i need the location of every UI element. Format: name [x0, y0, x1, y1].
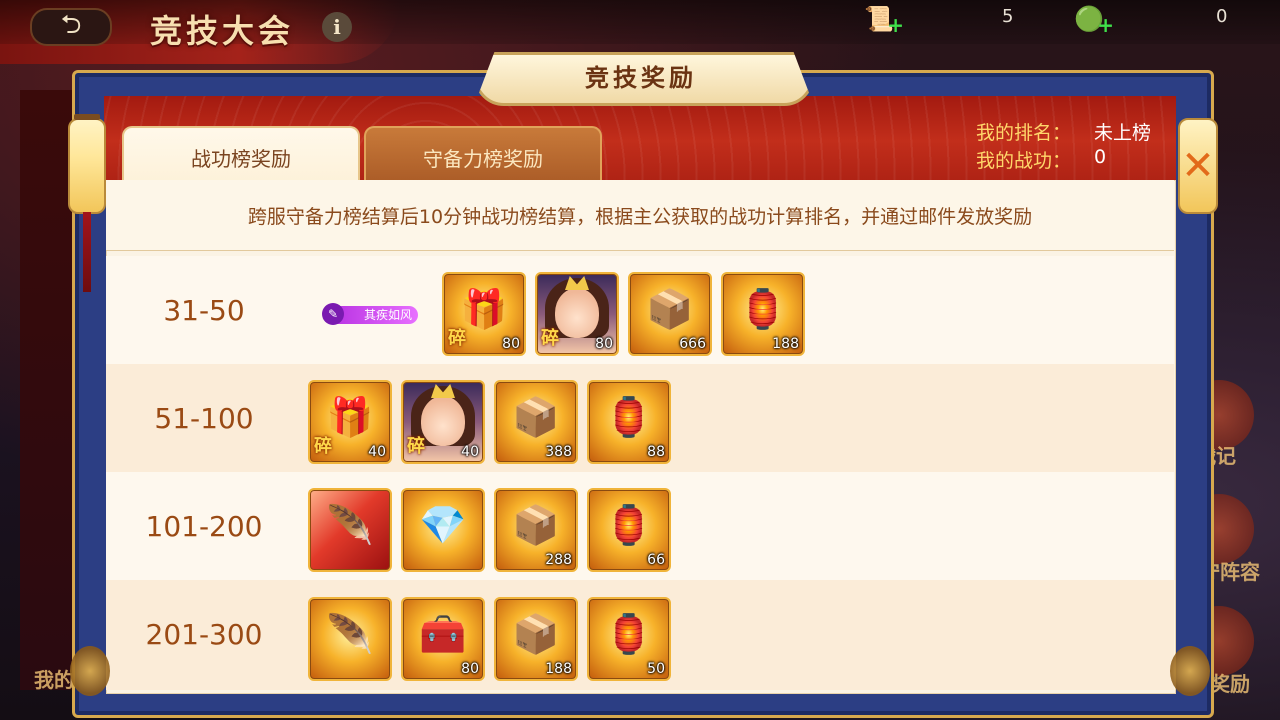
corner-ornament	[70, 646, 110, 696]
my-rank-label: 我的排名：	[976, 122, 1072, 144]
side-label: 奖励	[1210, 672, 1250, 696]
rank-range: 31-50	[163, 294, 245, 327]
reward-item-hero-shard[interactable]: 碎 40	[401, 380, 485, 464]
reward-item-hero-shard[interactable]: 碎 80	[535, 272, 619, 356]
reward-item-equipment-shard[interactable]: 🎁 碎 80	[442, 272, 526, 356]
reward-item-red-feather[interactable]: 🪶	[308, 597, 392, 681]
info-icon[interactable]: i	[322, 12, 352, 42]
reward-item-treasure-chest[interactable]: 📦 388	[494, 380, 578, 464]
reward-item-lucky-token[interactable]: 🏮 88	[587, 380, 671, 464]
reward-item-lucky-token[interactable]: 🏮 66	[587, 488, 671, 572]
title-badge[interactable]: ✎ 其疾如风	[322, 303, 418, 325]
my-merit-label: 我的战功：	[976, 150, 1072, 172]
reward-item-lucky-token[interactable]: 🏮 50	[587, 597, 671, 681]
reward-item-treasure-chest[interactable]: 📦 288	[494, 488, 578, 572]
add-icon: +	[887, 13, 904, 37]
reward-item-treasure-chest[interactable]: 📦 666	[628, 272, 712, 356]
my-merit-value: 0	[1094, 146, 1107, 168]
side-label: 我的	[34, 668, 74, 692]
tab-defense-rewards[interactable]: 守备力榜奖励	[364, 126, 602, 186]
my-rank-value: 未上榜	[1094, 122, 1152, 144]
resource-count: 0	[1216, 6, 1228, 27]
rank-range: 101-200	[145, 510, 263, 543]
notice-text: 跨服守备力榜结算后10分钟战功榜结算，根据主公获取的战功计算排名，并通过邮件发放…	[247, 206, 1033, 228]
corner-ornament	[1170, 646, 1210, 696]
back-arrow-icon: ⮌	[60, 10, 82, 40]
reward-item-golden-chest[interactable]: 💎	[401, 488, 485, 572]
reward-item-equipment-shard[interactable]: 🎁 碎 40	[308, 380, 392, 464]
lantern-decoration	[68, 114, 106, 292]
game-title: 竞技大会	[150, 12, 295, 50]
reward-item-flame-feather[interactable]: 🪶	[308, 488, 392, 572]
scroll-icon[interactable]: 📜 +	[862, 4, 904, 37]
reward-item-treasure-chest[interactable]: 📦 188	[494, 597, 578, 681]
jade-icon[interactable]: 🟢 +	[1072, 4, 1114, 37]
reward-item-lucky-token[interactable]: 🏮 188	[721, 272, 805, 356]
add-icon: +	[1097, 13, 1114, 37]
reward-item-golden-chest[interactable]: 🧰 80	[401, 597, 485, 681]
hero-portrait	[421, 396, 465, 446]
tab-merit-rewards[interactable]: 战功榜奖励	[122, 126, 360, 186]
hero-portrait	[555, 288, 599, 338]
rank-range: 201-300	[145, 618, 263, 651]
back-button[interactable]: ⮌	[30, 8, 112, 46]
rank-range: 51-100	[154, 402, 254, 435]
close-icon: ✕	[1181, 143, 1215, 189]
resource-count: 5	[1002, 6, 1014, 27]
modal-title: 竞技奖励	[585, 63, 697, 92]
close-button[interactable]: ✕	[1178, 118, 1218, 214]
feather-icon: ✎	[322, 303, 344, 325]
